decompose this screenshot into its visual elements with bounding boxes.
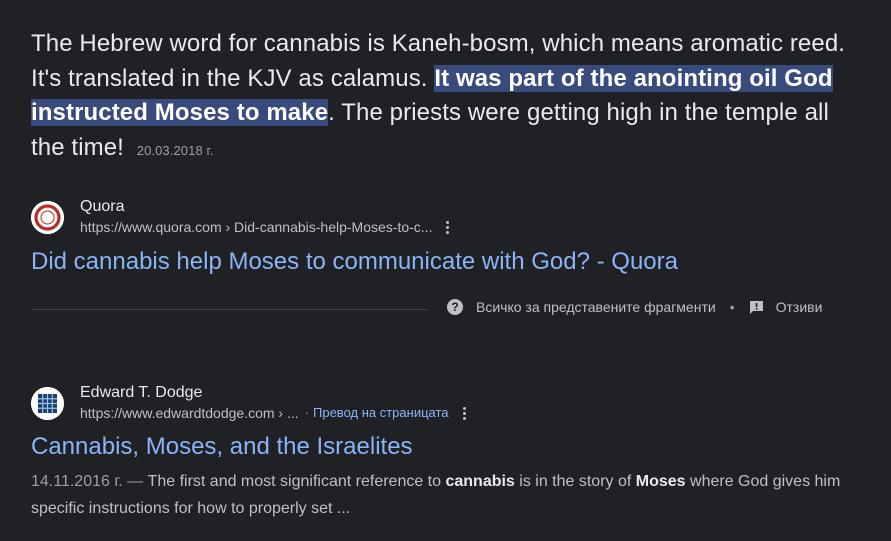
- result-title-link[interactable]: Did cannabis help Moses to communicate w…: [31, 247, 678, 277]
- translate-page-link[interactable]: · Превод на страницата: [305, 403, 449, 423]
- feedback-icon: [749, 300, 764, 315]
- result-title-link[interactable]: Cannabis, Moses, and the Israelites: [31, 432, 413, 462]
- result-description: 14.11.2016 г. — The first and most signi…: [31, 473, 841, 517]
- snippet-feedback-row: ? Всичко за представените фрагменти • От…: [447, 299, 822, 315]
- result-source-quora[interactable]: Quora https://www.quora.com › Did-cannab…: [31, 197, 450, 237]
- grid-logo-icon: [31, 386, 64, 420]
- quora-logo-icon: [31, 200, 64, 234]
- separator-bullet: •: [729, 299, 735, 315]
- more-options-icon[interactable]: [446, 220, 450, 234]
- featured-snippet: The Hebrew word for cannabis is Kaneh-bo…: [31, 27, 851, 168]
- site-url: https://www.quora.com › Did-cannabis-hel…: [80, 217, 450, 237]
- feedback-link[interactable]: Отзиви: [776, 299, 823, 315]
- result-source-edwardtdodge[interactable]: Edward T. Dodge https://www.edwardtdodge…: [31, 383, 466, 423]
- site-name: Edward T. Dodge: [80, 384, 203, 401]
- site-url: https://www.edwardtdodge.com › ... · Прев…: [80, 403, 466, 423]
- help-icon: ?: [447, 299, 463, 315]
- about-snippets-link[interactable]: Всичко за представените фрагменти: [476, 299, 716, 315]
- divider: [31, 309, 428, 310]
- site-name: Quora: [80, 198, 125, 215]
- more-options-icon[interactable]: [462, 406, 466, 420]
- snippet-date: 20.03.2018 г.: [136, 142, 214, 158]
- result-date: 14.11.2016 г. —: [31, 473, 144, 490]
